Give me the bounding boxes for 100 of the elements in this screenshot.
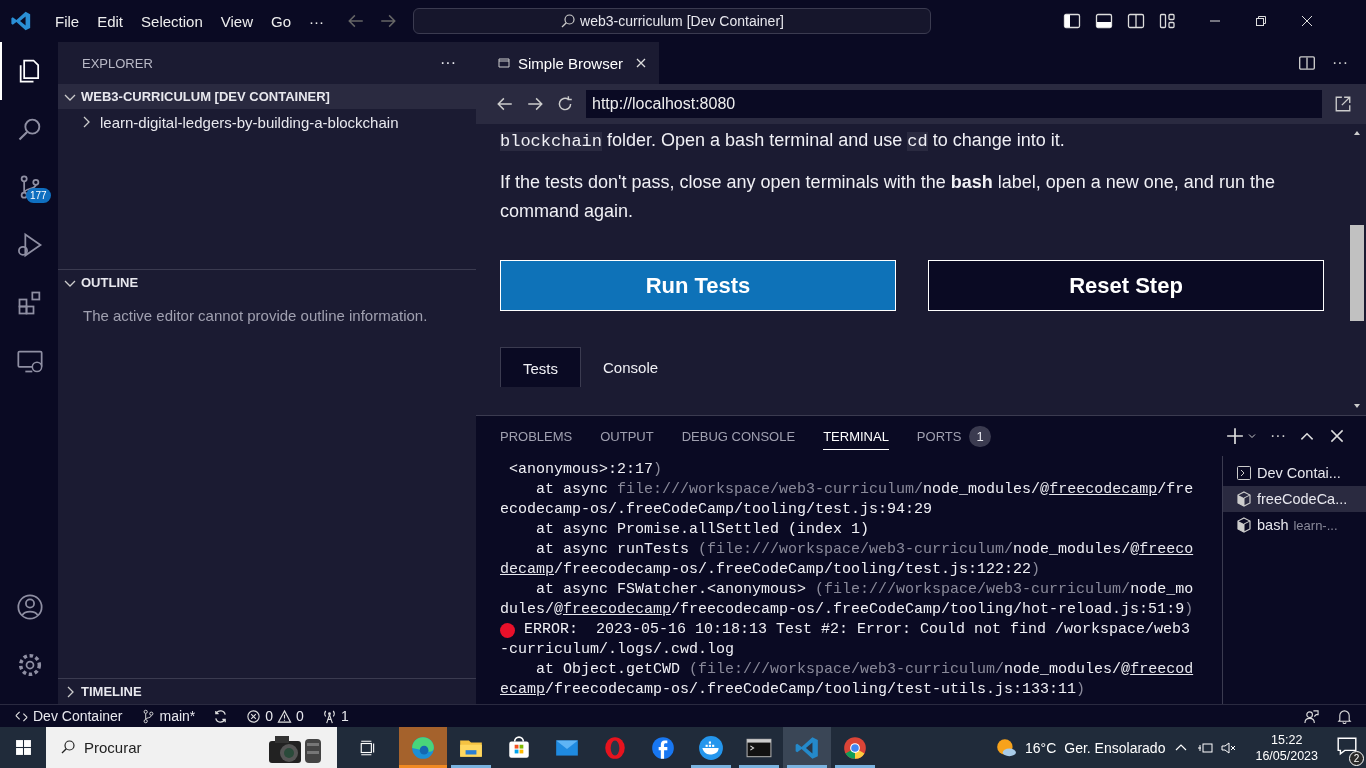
time: 15:22 [1271,731,1303,748]
bell-icon[interactable] [1337,708,1352,724]
remote-status[interactable]: Dev Container [14,708,123,724]
menu-item[interactable]: Selection [132,12,212,30]
terminal-line: <anonymous>:2:17) [508,460,663,480]
secondary-sidebar-toggle-icon[interactable] [1127,12,1145,30]
store-icon [506,734,532,761]
problems-status[interactable]: 0 0 [246,708,304,724]
menu-item[interactable]: File [46,12,89,30]
settings-icon [16,651,44,679]
antenna-icon [321,708,337,724]
chrome-icon [842,734,868,761]
section-header[interactable]: WEB3-CURRICULUM [DEV CONTAINER] [58,84,476,109]
branch-name: main* [159,708,196,724]
menu-item[interactable]: Go [262,12,300,30]
vscode-logo-icon[interactable] [10,10,32,32]
sidebar-toggle-icon[interactable] [1063,12,1081,30]
section-title: TIMELINE [81,684,142,699]
browser-tab-icon [496,55,512,71]
panel-tab[interactable]: PROBLEMS [500,422,573,450]
back-arrow-icon[interactable] [496,95,514,113]
run-debug-icon [16,231,44,259]
more-actions-button[interactable]: ··· [1332,54,1348,72]
more-actions-button[interactable]: ··· [440,54,456,72]
menu-item[interactable]: Edit [88,12,133,30]
panel-tab[interactable]: DEBUG CONSOLE [681,422,796,450]
open-external-icon[interactable] [1334,95,1352,113]
section-title: OUTLINE [81,275,139,290]
terminal-line: at async file:///workspace/web3-curriculum/node_modules/@freecodecamp/fre [535,480,1194,500]
warning-icon [277,708,293,724]
url-field[interactable]: http://localhost:8080 [586,90,1322,118]
terminal-line: ecodecamp-os/.freeCodeCamp/tooling/test.js:94:29 [500,500,933,520]
volume-muted-icon[interactable] [1221,739,1238,756]
remote-label: Dev Container [33,708,123,724]
section-title: WEB3-CURRICULUM [DEV CONTAINER] [81,89,330,104]
terminal-line: ecamp/freecodecamp-os/.freeCodeCamp/tooling/test-utils.js:133:11) [500,680,1086,700]
terminal-line: at async FSWatcher.<anonymous> (file:///workspace/web3-curriculum/node_mo [535,580,1194,600]
close-icon[interactable] [1328,427,1346,445]
terminal-line: at async Promise.allSettled (index 1) [535,520,870,540]
terminal-detail: learn-... [1293,517,1338,533]
activity-bar-item[interactable]: 177 [0,158,58,216]
error-icon [246,708,262,724]
windows-start-icon[interactable] [15,739,32,756]
menu-item[interactable]: View [211,12,262,30]
terminal-list-item[interactable]: Dev Contai... [1223,460,1366,486]
error-count: 0 [265,708,274,724]
section-header[interactable]: TIMELINE [58,679,476,704]
count-badge: 177 [26,188,51,203]
weather-sun-cloud-icon [995,736,1017,759]
count-badge: 1 [969,425,991,447]
search-icon [60,739,76,755]
browser-icon [410,734,436,761]
page-tab[interactable]: Console [581,347,681,387]
more-actions-button[interactable]: ··· [1270,427,1286,445]
forward-arrow-icon[interactable] [526,95,544,113]
close-icon[interactable] [1299,13,1315,29]
notification-count: 2 [1349,751,1364,766]
sidebar-title: EXPLORER [82,55,153,71]
ports-status[interactable]: 1 [321,708,349,724]
branch-icon [140,708,156,724]
section-header[interactable]: OUTLINE [58,270,476,295]
reset-step-button[interactable]: Reset Step [928,260,1324,311]
page-tab[interactable]: Tests [500,347,581,387]
whale-icon [698,734,724,761]
command-center[interactable]: web3-curriculum [Dev Container] [413,8,931,34]
restore-icon[interactable] [1253,13,1269,29]
command-center-text: web3-curriculum [Dev Container] [580,13,784,29]
editor-tab[interactable]: Simple Browser [476,42,660,84]
clock[interactable]: 15:22 16/05/2023 [1255,731,1318,764]
branch-status[interactable]: main* [140,708,196,724]
run-tests-button[interactable]: Run Tests [500,260,896,311]
taskbar-search-field[interactable]: Procurar [46,727,337,768]
split-editor-icon[interactable] [1298,54,1316,72]
terminal-line: ERROR: 2023-05-16 10:18:13 Test #2: Error: Could not find /workspace/web3 [523,620,1191,640]
panel-toggle-icon[interactable] [1095,12,1113,30]
terminal-name: freeCodeCa... [1257,491,1348,507]
sync-icon[interactable] [213,708,229,724]
ports-count: 1 [340,708,349,724]
plus-icon[interactable] [1226,427,1244,445]
scrollbar-thumb[interactable] [1350,225,1364,321]
panel-tab[interactable]: OUTPUT [600,422,654,450]
terminal-line: decamp/freecodecamp-os/.freeCodeCamp/tooling/test.js:122:22) [500,560,1041,580]
temperature: 16°C [1025,739,1057,756]
menu-item[interactable]: ··· [300,12,333,30]
task-view-icon[interactable] [359,738,377,757]
person-feedback-icon[interactable] [1304,708,1319,724]
folder-tree-item[interactable]: learn-digital-ledgers-by-building-a-blockchain [58,109,476,135]
terminal-line: at Object.getCWD (file:///workspace/web3-curriculum/node_modules/@freecod [535,660,1194,680]
facebook-icon [650,734,676,761]
opera-icon [602,734,628,761]
customize-layout-icon[interactable] [1159,12,1177,30]
terminal-list-item[interactable]: freeCodeCa... [1223,486,1366,512]
terminal-line: -curriculum/.logs/.cwd.log [500,640,735,660]
tab-label: Simple Browser [518,54,624,72]
terminal-line: at async runTests (file:///workspace/web3-curriculum/node_modules/@freeco [535,540,1194,560]
panel-tab[interactable]: TERMINAL [823,422,889,450]
panel-tab[interactable]: PORTS [916,422,962,450]
terminal-list-item[interactable]: bash learn-... [1223,512,1366,538]
warning-count: 0 [296,708,304,724]
reload-icon[interactable] [556,95,574,113]
